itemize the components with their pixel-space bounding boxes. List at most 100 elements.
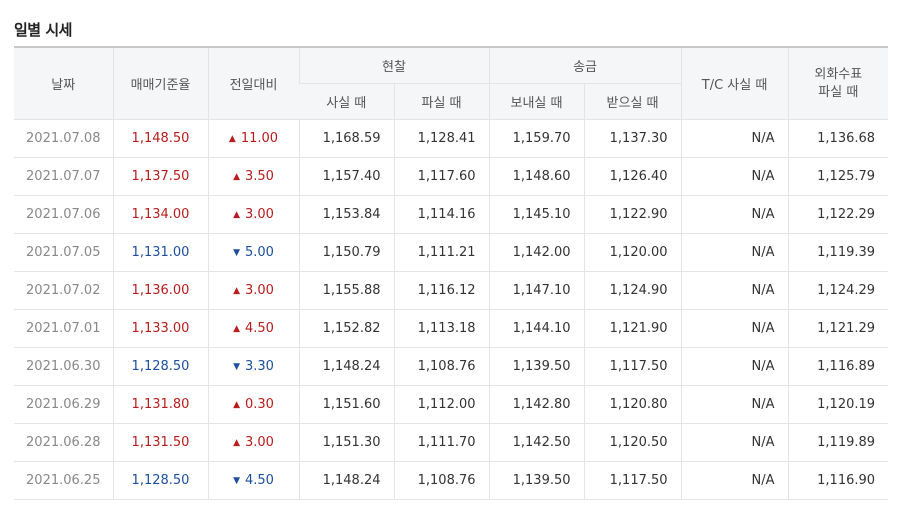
cell-remit-send: 1,142.50 <box>488 423 585 462</box>
cell-tc-buy: N/A <box>680 347 789 386</box>
col-header-remit-send: 보내실 때 <box>488 83 585 120</box>
cell-remit-send: 1,148.60 <box>488 157 585 196</box>
col-header-date: 날짜 <box>14 46 113 120</box>
cell-change: ▼ 4.50 <box>207 461 299 500</box>
cell-remit-receive: 1,122.90 <box>583 195 682 234</box>
cell-remit-send: 1,139.50 <box>488 347 585 386</box>
cell-remit-receive: 1,120.00 <box>583 233 682 272</box>
cell-base-rate: 1,136.00 <box>112 271 208 310</box>
cell-tc-buy: N/A <box>680 385 789 424</box>
cell-check-sell: 1,125.79 <box>787 157 889 196</box>
cell-cash-sell: 1,108.76 <box>393 461 490 500</box>
table-row: 2021.07.05 1,131.00 ▼ 5.00 1,150.79 1,111.21 1… <box>14 233 889 272</box>
cell-remit-receive: 1,120.50 <box>583 423 682 462</box>
col-header-cash-sell: 파실 때 <box>393 83 490 120</box>
cell-check-sell: 1,120.19 <box>787 385 889 424</box>
cell-date: 2021.07.05 <box>14 233 113 272</box>
table-header: 날짜 매매기준율 전일대비 현찰 송금 T/C 사실 때 외화수표 파실 때 사… <box>14 46 889 120</box>
cell-tc-buy: N/A <box>680 195 789 234</box>
col-group-cash: 현찰 <box>298 46 490 84</box>
change-value: 0.30 <box>244 397 274 412</box>
cell-cash-sell: 1,108.76 <box>393 347 490 386</box>
cell-change: ▼ 5.00 <box>207 233 299 272</box>
triangle-up-icon: ▲ <box>233 286 240 296</box>
cell-date: 2021.06.30 <box>14 347 113 386</box>
cell-base-rate: 1,131.00 <box>112 233 208 272</box>
cell-cash-buy: 1,150.79 <box>298 233 394 272</box>
cell-base-rate: 1,131.50 <box>112 423 208 462</box>
cell-tc-buy: N/A <box>680 119 789 158</box>
cell-remit-receive: 1,137.30 <box>583 119 682 158</box>
cell-tc-buy: N/A <box>680 271 789 310</box>
table-row: 2021.06.28 1,131.50 ▲ 3.00 1,151.30 1,111.70 1… <box>14 423 889 462</box>
cell-remit-send: 1,142.00 <box>488 233 585 272</box>
cell-date: 2021.07.07 <box>14 157 113 196</box>
cell-cash-sell: 1,113.18 <box>393 309 490 348</box>
cell-check-sell: 1,124.29 <box>787 271 889 310</box>
cell-remit-send: 1,147.10 <box>488 271 585 310</box>
triangle-down-icon: ▼ <box>233 476 240 486</box>
col-header-cash-buy: 사실 때 <box>299 83 394 120</box>
cell-remit-send: 1,159.70 <box>488 119 585 158</box>
cell-base-rate: 1,128.50 <box>112 347 208 386</box>
cell-cash-buy: 1,153.84 <box>298 195 394 234</box>
cell-cash-buy: 1,148.24 <box>298 461 394 500</box>
triangle-up-icon: ▲ <box>233 172 240 182</box>
triangle-up-icon: ▲ <box>228 134 236 144</box>
cell-cash-buy: 1,157.40 <box>298 157 394 196</box>
col-header-remit-receive: 받으실 때 <box>583 83 682 120</box>
cell-cash-sell: 1,116.12 <box>393 271 490 310</box>
cell-change: ▼ 3.30 <box>207 347 299 386</box>
change-value: 3.50 <box>244 169 274 184</box>
col-header-change: 전일대비 <box>207 46 299 120</box>
cell-change: ▲ 3.00 <box>207 195 299 234</box>
table-row: 2021.07.08 1,148.50 ▲ 11.00 1,168.59 1,128.41… <box>14 119 889 158</box>
table-row: 2021.07.06 1,134.00 ▲ 3.00 1,153.84 1,114.16 1… <box>14 195 889 234</box>
cell-remit-receive: 1,117.50 <box>583 461 682 500</box>
cell-check-sell: 1,122.29 <box>787 195 889 234</box>
cell-remit-send: 1,139.50 <box>488 461 585 500</box>
cell-cash-buy: 1,148.24 <box>298 347 394 386</box>
table-row: 2021.06.29 1,131.80 ▲ 0.30 1,151.60 1,112.00 1… <box>14 385 889 424</box>
cell-check-sell: 1,136.68 <box>787 119 889 158</box>
cell-date: 2021.06.25 <box>14 461 113 500</box>
cell-base-rate: 1,134.00 <box>112 195 208 234</box>
cell-date: 2021.07.06 <box>14 195 113 234</box>
cell-remit-receive: 1,120.80 <box>583 385 682 424</box>
cell-remit-receive: 1,124.90 <box>583 271 682 310</box>
cell-cash-sell: 1,128.41 <box>393 119 490 158</box>
triangle-down-icon: ▼ <box>233 248 240 258</box>
cell-cash-buy: 1,151.30 <box>298 423 394 462</box>
change-value: 4.50 <box>244 473 274 488</box>
col-header-check-sell: 외화수표 파실 때 <box>787 46 889 120</box>
cell-change: ▲ 3.50 <box>207 157 299 196</box>
cell-remit-send: 1,144.10 <box>488 309 585 348</box>
table-row: 2021.07.02 1,136.00 ▲ 3.00 1,155.88 1,116.12 1… <box>14 271 889 310</box>
cell-tc-buy: N/A <box>680 157 789 196</box>
col-header-tc-buy: T/C 사실 때 <box>680 46 789 120</box>
cell-check-sell: 1,116.89 <box>787 347 889 386</box>
cell-cash-sell: 1,111.70 <box>393 423 490 462</box>
cell-tc-buy: N/A <box>680 461 789 500</box>
table-body: 2021.07.08 1,148.50 ▲ 11.00 1,168.59 1,128.41… <box>14 119 889 500</box>
cell-date: 2021.07.08 <box>14 119 113 158</box>
cell-base-rate: 1,131.80 <box>112 385 208 424</box>
cell-date: 2021.06.29 <box>14 385 113 424</box>
cell-change: ▲ 11.00 <box>207 119 299 158</box>
table-row: 2021.06.25 1,128.50 ▼ 4.50 1,148.24 1,108.76 1… <box>14 461 889 500</box>
table-row: 2021.07.01 1,133.00 ▲ 4.50 1,152.82 1,113.18 1… <box>14 309 889 348</box>
cell-base-rate: 1,133.00 <box>112 309 208 348</box>
cell-date: 2021.07.02 <box>14 271 113 310</box>
col-header-check-sell-line1: 외화수표 <box>814 66 863 82</box>
daily-rates-table: 날짜 매매기준율 전일대비 현찰 송금 T/C 사실 때 외화수표 파실 때 사… <box>14 46 889 500</box>
cell-tc-buy: N/A <box>680 309 789 348</box>
col-header-check-sell-line2: 파실 때 <box>818 84 859 100</box>
change-value: 5.00 <box>244 245 274 260</box>
cell-base-rate: 1,128.50 <box>112 461 208 500</box>
cell-change: ▲ 0.30 <box>207 385 299 424</box>
triangle-up-icon: ▲ <box>233 210 240 220</box>
cell-cash-buy: 1,152.82 <box>298 309 394 348</box>
change-value: 4.50 <box>244 321 274 336</box>
cell-cash-sell: 1,114.16 <box>393 195 490 234</box>
cell-tc-buy: N/A <box>680 423 789 462</box>
